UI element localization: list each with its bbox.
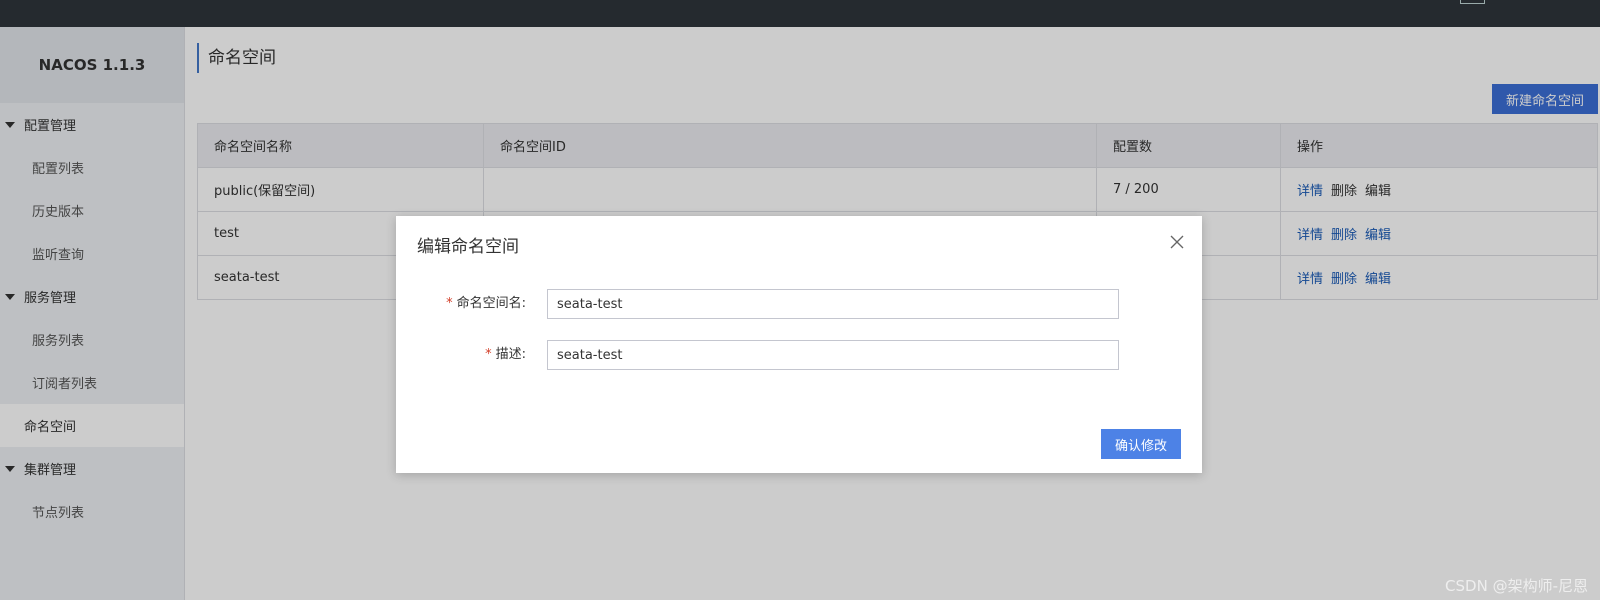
edit-namespace-dialog: 编辑命名空间 *命名空间名: *描述: 确认修改 [396, 216, 1202, 473]
confirm-edit-button[interactable]: 确认修改 [1101, 429, 1181, 459]
dialog-title: 编辑命名空间 [417, 237, 519, 257]
required-mark: * [446, 296, 453, 311]
top-navbar [0, 0, 1600, 27]
form-row-desc: * 描述: [396, 340, 1202, 370]
watermark: CSDN @架构师-尼恩 [1445, 577, 1588, 595]
desc-label: * 描述: [485, 347, 526, 362]
description-input[interactable] [547, 340, 1119, 370]
form-row-name: * 命名空间名: [396, 289, 1202, 319]
user-menu[interactable] [1460, 0, 1485, 4]
namespace-name-input[interactable] [547, 289, 1119, 319]
close-icon[interactable] [1169, 234, 1185, 250]
required-mark: * [485, 347, 492, 362]
name-label: * 命名空间名: [446, 296, 526, 311]
